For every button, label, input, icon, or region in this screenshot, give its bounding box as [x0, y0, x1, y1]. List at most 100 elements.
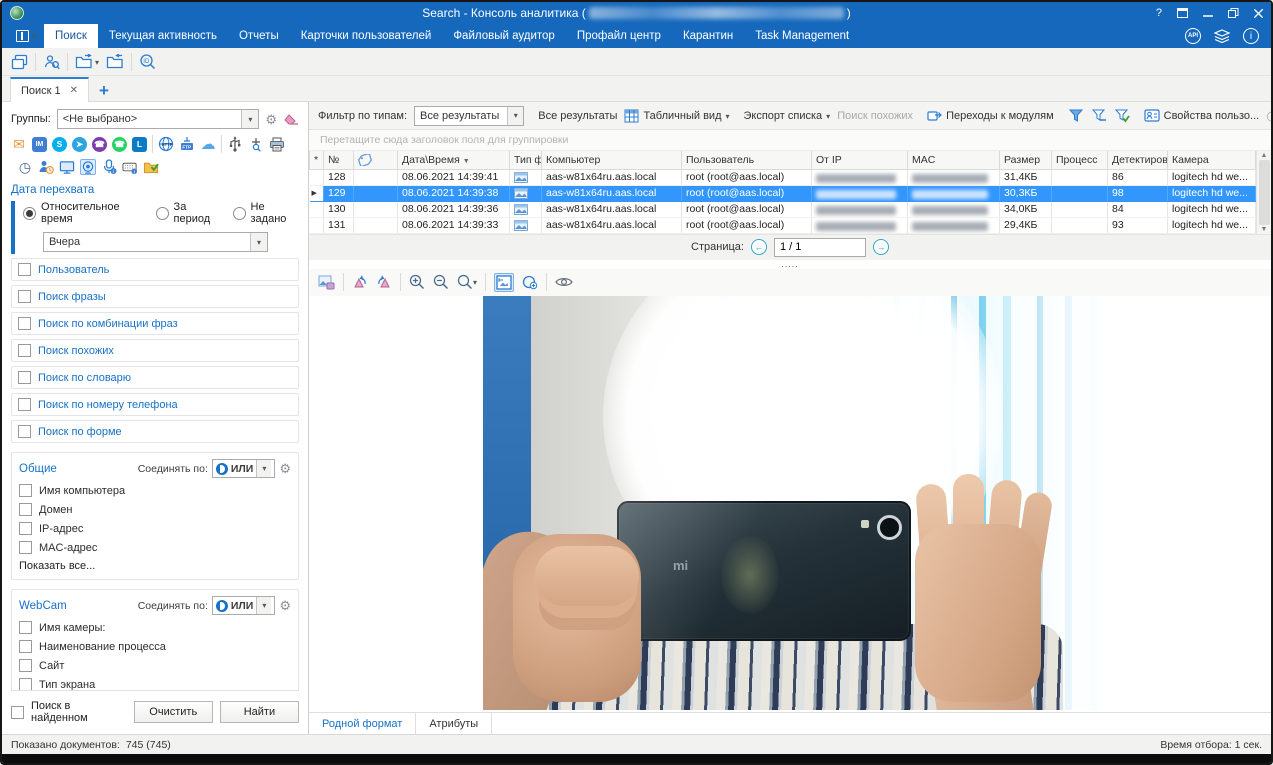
help-button[interactable]: ? [1156, 8, 1162, 19]
close-tab-icon[interactable]: ✕ [70, 85, 78, 96]
user-activity-icon[interactable] [38, 159, 54, 175]
filter-by-type-select[interactable]: Все результаты [414, 106, 524, 126]
doc-tab-search-1[interactable]: Поиск 1 ✕ [10, 77, 89, 102]
col-filetype[interactable]: Тип фа [510, 151, 542, 169]
common-settings-icon[interactable]: ⚙ [279, 462, 291, 475]
col-mac[interactable]: MAC [908, 151, 1000, 169]
radio-period[interactable] [156, 207, 169, 220]
common-item-domain[interactable]: Домен [19, 503, 291, 516]
export-tab-button[interactable] [75, 54, 99, 69]
checkbox[interactable] [18, 263, 31, 276]
option-dictionary-search[interactable]: Поиск по словарю [11, 366, 299, 389]
cloud-icon[interactable]: ☁ [200, 136, 216, 152]
checkbox[interactable] [18, 290, 31, 303]
col-datetime[interactable]: Дата\Время ▼ [398, 151, 510, 169]
prev-page-button[interactable]: ← [751, 239, 767, 255]
webcam-settings-icon[interactable]: ⚙ [279, 599, 291, 612]
next-page-button[interactable]: → [873, 239, 889, 255]
relative-time-select[interactable]: Вчера [43, 232, 268, 252]
checkbox[interactable] [19, 621, 32, 634]
monitor-icon[interactable] [59, 159, 75, 175]
zoom-out-button[interactable] [433, 274, 449, 290]
scroll-thumb[interactable] [1259, 160, 1270, 225]
save-image-button[interactable] [318, 275, 335, 290]
whatsapp-icon[interactable]: ☎ [112, 137, 127, 152]
zoom-level-button[interactable] [457, 274, 477, 290]
http-icon[interactable]: HTTP [158, 136, 174, 152]
table-view-button[interactable]: Табличный вид [624, 109, 729, 123]
checkbox[interactable] [19, 659, 32, 672]
col-detected[interactable]: Детектирова [1108, 151, 1168, 169]
im-icon[interactable]: IM [32, 137, 47, 152]
show-all-link[interactable]: Показать все... [19, 560, 291, 572]
col-number[interactable]: № [324, 151, 354, 169]
option-user[interactable]: Пользователь [11, 258, 299, 281]
id-search-button[interactable]: ID [139, 53, 156, 70]
radio-relative-time[interactable] [23, 207, 36, 220]
menu-tab-current-activity[interactable]: Текущая активность [98, 24, 228, 48]
table-row[interactable]: 131 08.06.2021 14:39:33 aas-w81x64ru.aas… [310, 217, 1256, 233]
checkbox[interactable] [18, 398, 31, 411]
filter-apply-icon[interactable] [1114, 108, 1130, 123]
restore-button[interactable] [1228, 8, 1239, 18]
option-phone-number-search[interactable]: Поиск по номеру телефона [11, 393, 299, 416]
checkbox[interactable] [18, 344, 31, 357]
menu-tab-task-management[interactable]: Task Management [744, 24, 860, 48]
webcam-item-process-name[interactable]: Наименование процесса [19, 640, 291, 653]
webcam-icon[interactable] [80, 159, 96, 175]
tab-attributes[interactable]: Атрибуты [416, 713, 492, 734]
zoom-in-button[interactable] [409, 274, 425, 290]
search-in-found-checkbox[interactable] [11, 706, 24, 719]
clear-button[interactable]: Очистить [134, 701, 213, 723]
api-icon[interactable]: API [1185, 28, 1201, 44]
export-list-button[interactable]: Экспорт списка [744, 110, 831, 122]
menu-tab-search[interactable]: Поиск [44, 24, 98, 48]
chevron-down-icon[interactable] [507, 107, 523, 125]
col-from-ip[interactable]: От IP [812, 151, 908, 169]
user-search-button[interactable] [43, 54, 60, 70]
webcam-item-camera-name[interactable]: Имя камеры: [19, 621, 291, 634]
option-phrase-combination[interactable]: Поиск по комбинации фраз [11, 312, 299, 335]
chat-history-button[interactable]: ◷ История переписки [1266, 109, 1271, 122]
option-form-search[interactable]: Поиск по форме [11, 420, 299, 443]
printer-icon[interactable] [269, 136, 285, 152]
option-similar-search[interactable]: Поиск похожих [11, 339, 299, 362]
modules-stack-icon[interactable] [1214, 29, 1230, 43]
option-phrase-search[interactable]: Поиск фразы [11, 285, 299, 308]
col-user[interactable]: Пользователь [682, 151, 812, 169]
lync-icon[interactable]: L [132, 137, 147, 152]
image-preview-pane[interactable]: mi [309, 296, 1271, 713]
user-properties-button[interactable]: Свойства пользо... [1144, 109, 1260, 122]
go-to-modules-button[interactable]: Переходы к модулям [927, 109, 1054, 123]
col-camera[interactable]: Камера [1168, 151, 1256, 169]
mail-icon[interactable]: ✉ [11, 136, 27, 152]
fit-to-window-button[interactable] [494, 273, 514, 292]
minimize-button[interactable] [1203, 8, 1213, 18]
menu-tab-reports[interactable]: Отчеты [228, 24, 290, 48]
checkbox[interactable] [19, 484, 32, 497]
checkbox[interactable] [19, 503, 32, 516]
import-tab-button[interactable] [106, 54, 124, 69]
cascade-windows-button[interactable] [11, 54, 28, 70]
folder-check-icon[interactable] [143, 159, 159, 175]
clock-icon[interactable]: ◷ [17, 159, 33, 175]
join-by-select[interactable]: ИЛИ [212, 596, 275, 615]
close-button[interactable] [1254, 9, 1263, 18]
checkbox[interactable] [18, 371, 31, 384]
common-item-mac[interactable]: MAC-адрес [19, 541, 291, 554]
clear-groups-icon[interactable] [283, 113, 299, 126]
menu-tab-file-auditor[interactable]: Файловый аудитор [442, 24, 566, 48]
eye-icon[interactable] [555, 276, 573, 288]
keyboard-icon[interactable]: i [122, 159, 138, 175]
skype-icon[interactable]: S [52, 137, 67, 152]
pin-window-button[interactable] [1177, 8, 1188, 18]
search-similar-button[interactable]: Поиск похожих [837, 110, 913, 122]
all-results-button[interactable]: Все результаты [538, 110, 617, 122]
checkbox[interactable] [19, 541, 32, 554]
scroll-down-icon[interactable]: ▼ [1261, 226, 1268, 233]
add-tab-button[interactable]: + [89, 81, 119, 101]
groups-settings-icon[interactable]: ⚙ [265, 113, 277, 126]
chevron-down-icon[interactable] [250, 233, 267, 251]
rotate-left-button[interactable] [352, 275, 368, 289]
splitter-handle[interactable]: ..... [309, 260, 1271, 269]
